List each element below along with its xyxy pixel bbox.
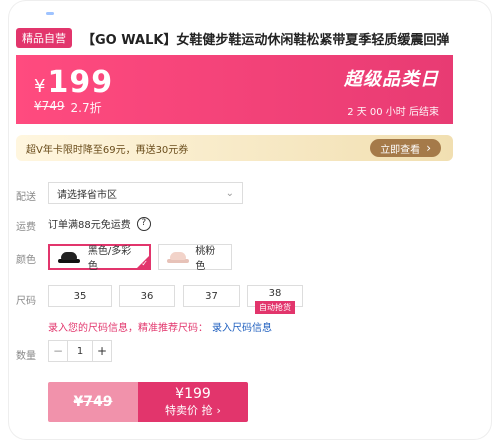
size-option-38[interactable]: 38 自动抢货 [247, 285, 303, 314]
freight-info: 订单满88元免运费 ? [48, 216, 151, 231]
product-detail-card: 精品自营 【GO WALK】女鞋健步鞋运动休闲鞋松紧带夏季轻质缓震回弹 ¥ 19… [8, 0, 492, 440]
size-hint: 录入您的尺码信息，精准推荐尺码： 录入尺码信息 [48, 319, 272, 334]
chevron-right-icon: › [426, 141, 431, 155]
color-option-pink[interactable]: 桃粉色 [158, 244, 232, 272]
original-price-row: ¥749 2.7折 [34, 99, 102, 116]
delivery-label: 配送 [16, 192, 36, 203]
original-price-button[interactable]: ¥749 [48, 382, 138, 422]
promo-title: 超级品类日 [344, 69, 439, 90]
top-indicator [46, 12, 54, 15]
flash-sale-buy-button[interactable]: ¥199 特卖价 抢 › [138, 382, 248, 422]
region-select-value: 请选择省市区 [57, 189, 117, 201]
chevron-down-icon: ⌄ [225, 187, 234, 199]
color-label: 颜色 [16, 255, 36, 266]
buy-bar: ¥749 ¥199 特卖价 抢 › [48, 382, 248, 422]
size-hint-link[interactable]: 录入尺码信息 [212, 323, 272, 334]
size-value: 38 [268, 288, 282, 299]
color-option-label: 桃粉色 [195, 246, 216, 272]
check-icon: ✓ [141, 259, 148, 268]
promo-area: 超级品类日 2 天 00 小时 后结束 [344, 65, 439, 118]
quantity-plus-button[interactable]: + [92, 341, 111, 361]
current-price-value: 199 [47, 65, 114, 100]
pink-shoe-icon [167, 251, 189, 263]
size-option-36[interactable]: 36 [119, 285, 175, 307]
discount-label: 2.7折 [70, 101, 102, 115]
vip-strip: 超V年卡限时降至69元，再送30元券 立即查看 › [16, 135, 453, 161]
region-select[interactable]: 请选择省市区 ⌄ [48, 182, 243, 204]
size-option-35[interactable]: 35 [48, 285, 112, 307]
color-option-black[interactable]: 黑色/多彩色 ✓ [48, 244, 151, 272]
currency-symbol: ¥ [34, 76, 46, 97]
current-price: ¥ 199 [34, 65, 113, 100]
size-label: 尺码 [16, 296, 36, 307]
vip-view-button-label: 立即查看 [380, 144, 421, 156]
quantity-value[interactable]: 1 [68, 341, 92, 361]
help-icon[interactable]: ? [136, 216, 151, 231]
quantity-label: 数量 [16, 351, 36, 362]
chevron-right-icon: › [216, 403, 221, 417]
quantity-stepper: − 1 + [48, 340, 112, 362]
buy-bar-sale-price: ¥199 [175, 386, 211, 403]
size-value: 37 [205, 290, 218, 302]
auto-grab-badge: 自动抢货 [255, 301, 295, 314]
freight-label: 运费 [16, 222, 36, 233]
black-shoe-icon [58, 251, 80, 263]
size-option-37[interactable]: 37 [183, 285, 240, 307]
countdown: 2 天 00 小时 后结束 [347, 107, 439, 118]
freight-text: 订单满88元免运费 [48, 220, 131, 231]
size-value: 36 [140, 290, 154, 302]
size-hint-text: 录入您的尺码信息，精准推荐尺码： [48, 323, 208, 334]
product-title: 【GO WALK】女鞋健步鞋运动休闲鞋松紧带夏季轻质缓震回弹 [82, 32, 450, 48]
quantity-minus-button[interactable]: − [49, 341, 68, 361]
sale-label-text: 特卖价 抢 [165, 403, 213, 417]
product-title-row: 精品自营 【GO WALK】女鞋健步鞋运动休闲鞋松紧带夏季轻质缓震回弹 [16, 28, 482, 48]
buy-bar-sale-label: 特卖价 抢 › [165, 403, 221, 417]
vip-view-button[interactable]: 立即查看 › [370, 139, 441, 157]
buy-bar-original-price: ¥749 [73, 394, 113, 410]
self-operated-tag: 精品自营 [16, 28, 72, 48]
price-banner: ¥ 199 ¥749 2.7折 超级品类日 2 天 00 小时 后结束 [16, 55, 453, 124]
original-price: ¥749 [34, 99, 65, 113]
vip-offer-text: 超V年卡限时降至69元，再送30元券 [26, 145, 189, 156]
size-value: 35 [73, 290, 87, 302]
color-option-label: 黑色/多彩色 [87, 246, 132, 272]
